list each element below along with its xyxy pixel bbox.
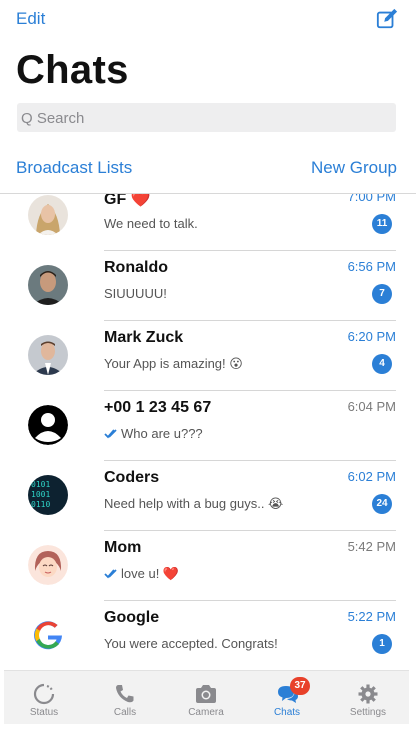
chat-message: SIUUUUU! [104, 286, 167, 301]
edit-button[interactable]: Edit [16, 9, 45, 29]
phone-icon [116, 685, 134, 703]
chat-message-line: Who are u??? [104, 426, 203, 441]
svg-text:0101: 0101 [31, 480, 50, 489]
default-person-icon [28, 405, 68, 445]
tab-label: Calls [113, 707, 137, 718]
unread-badge: 4 [372, 354, 392, 374]
chat-row-coders[interactable]: 0101 1001 0110 Coders Need help with a b… [0, 461, 416, 531]
chat-row-unknown-number[interactable]: +00 1 23 45 67 Who are u??? 6:04 PM [0, 391, 416, 461]
tab-status[interactable]: Status [4, 671, 84, 724]
avatar [28, 195, 68, 235]
chat-time: 5:22 PM [347, 609, 396, 624]
search-input[interactable]: Q Search [17, 103, 396, 132]
unread-badge: 1 [372, 634, 392, 654]
chat-name: GF ❤️ [104, 193, 151, 208]
new-group-link[interactable]: New Group [311, 158, 397, 178]
chat-name: Mark Zuck [104, 329, 184, 346]
search-placeholder: Q Search [21, 110, 85, 127]
chat-name: Google [104, 609, 160, 626]
tab-label: Camera [188, 707, 224, 718]
chat-message: Need help with a bug guys.. 😭 [104, 496, 284, 511]
tab-unread-badge: 37 [290, 677, 310, 695]
list-actions: Broadcast Lists New Group [0, 156, 416, 180]
avatar: 0101 1001 0110 [28, 475, 68, 515]
google-logo-icon [28, 615, 68, 655]
tab-label: Status [29, 707, 59, 718]
chat-message: Who are u??? [121, 426, 203, 441]
unread-badge: 24 [372, 494, 392, 514]
svg-text:0110: 0110 [31, 500, 50, 509]
chat-row-google[interactable]: Google You were accepted. Congrats! 5:22… [0, 601, 416, 671]
chat-list[interactable]: GF ❤️ We need to talk. 7:00 PM 11 Ronald… [0, 193, 416, 671]
broadcast-lists-link[interactable]: Broadcast Lists [16, 158, 132, 178]
tab-label: Settings [349, 707, 387, 718]
chat-message: We need to talk. [104, 216, 198, 231]
svg-text:1001: 1001 [31, 490, 50, 499]
top-bar: Edit [0, 0, 416, 40]
chat-message-line: love u! ❤️ [104, 566, 179, 582]
page-title: Chats [16, 48, 129, 92]
gear-icon [358, 684, 378, 704]
tab-settings[interactable]: Settings [328, 671, 408, 724]
chat-message: Your App is amazing! 😮 [104, 356, 243, 371]
chat-name: Mom [104, 539, 142, 556]
avatar [28, 335, 68, 375]
avatar [28, 545, 68, 585]
read-check-icon [104, 429, 117, 439]
tab-calls[interactable]: Calls [85, 671, 165, 724]
tab-camera[interactable]: Camera [166, 671, 246, 724]
tab-bar: Status Calls Camera 37 Chats Settings [4, 670, 409, 724]
chat-message: You were accepted. Congrats! [104, 636, 278, 651]
chat-name: +00 1 23 45 67 [104, 399, 212, 416]
chat-time: 6:02 PM [347, 469, 396, 484]
camera-icon [196, 685, 216, 703]
status-icon [33, 683, 55, 705]
compose-icon[interactable] [376, 8, 398, 30]
chat-row-mark[interactable]: Mark Zuck Your App is amazing! 😮 6:20 PM… [0, 321, 416, 391]
read-check-icon [104, 569, 117, 579]
chat-name: Ronaldo [104, 259, 168, 276]
chat-time: 6:56 PM [347, 259, 396, 274]
chat-time: 6:04 PM [347, 399, 396, 414]
chat-row-ronaldo[interactable]: Ronaldo SIUUUUU! 6:56 PM 7 [0, 251, 416, 321]
chat-time: 6:20 PM [347, 329, 396, 344]
chat-message: love u! ❤️ [121, 566, 180, 581]
avatar [28, 265, 68, 305]
unread-badge: 7 [372, 284, 392, 304]
chat-row-mom[interactable]: Mom love u! ❤️ 5:42 PM [0, 531, 416, 601]
chat-time: 5:42 PM [347, 539, 396, 554]
chat-row-gf[interactable]: GF ❤️ We need to talk. 7:00 PM 11 [0, 193, 416, 251]
chat-name: Coders [104, 469, 160, 486]
tab-chats[interactable]: 37 Chats [247, 671, 327, 724]
unread-badge: 11 [372, 214, 392, 234]
tab-label: Chats [273, 707, 301, 718]
chat-time: 7:00 PM [347, 193, 396, 204]
